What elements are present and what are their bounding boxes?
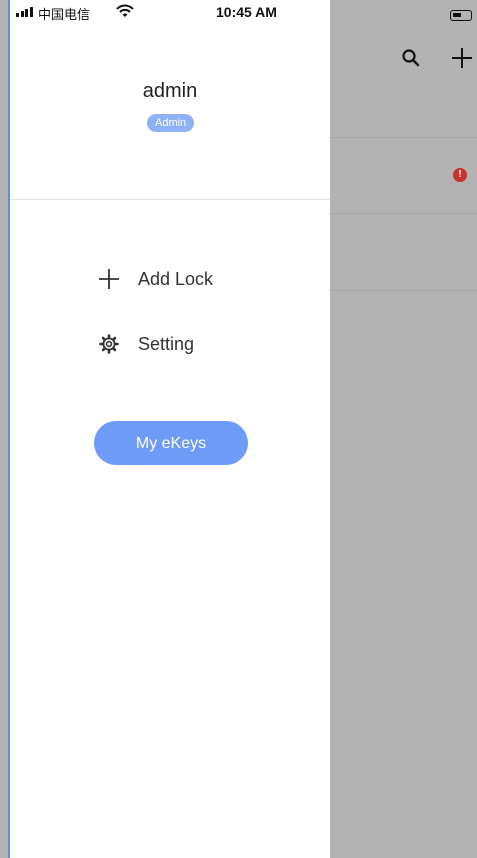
side-drawer: 中国电信 10:45 AM admin Admin Add Lock Setti… xyxy=(8,0,330,858)
profile-divider xyxy=(10,199,330,200)
list-divider xyxy=(330,213,477,214)
status-time: 10:45 AM xyxy=(216,4,277,20)
menu-item-setting[interactable]: Setting xyxy=(98,329,194,359)
list-divider xyxy=(330,290,477,291)
carrier-label: 中国电信 xyxy=(38,7,91,22)
plus-icon[interactable] xyxy=(450,46,474,70)
list-divider xyxy=(330,137,477,138)
menu-item-add-lock[interactable]: Add Lock xyxy=(98,264,213,294)
alert-icon: ! xyxy=(453,168,467,182)
profile-name: admin xyxy=(142,80,198,102)
signal-icon xyxy=(16,7,33,17)
menu-item-label: Setting xyxy=(138,333,195,354)
role-badge: Admin xyxy=(147,114,195,132)
status-bar: 中国电信 10:45 AM xyxy=(10,0,330,24)
gear-icon xyxy=(98,333,120,355)
battery-icon xyxy=(450,10,472,21)
plus-icon xyxy=(98,268,120,290)
menu-item-label: Add Lock xyxy=(138,268,214,289)
search-icon[interactable] xyxy=(401,48,421,68)
wifi-icon xyxy=(116,4,134,17)
my-ekeys-button[interactable]: My eKeys xyxy=(94,421,248,465)
